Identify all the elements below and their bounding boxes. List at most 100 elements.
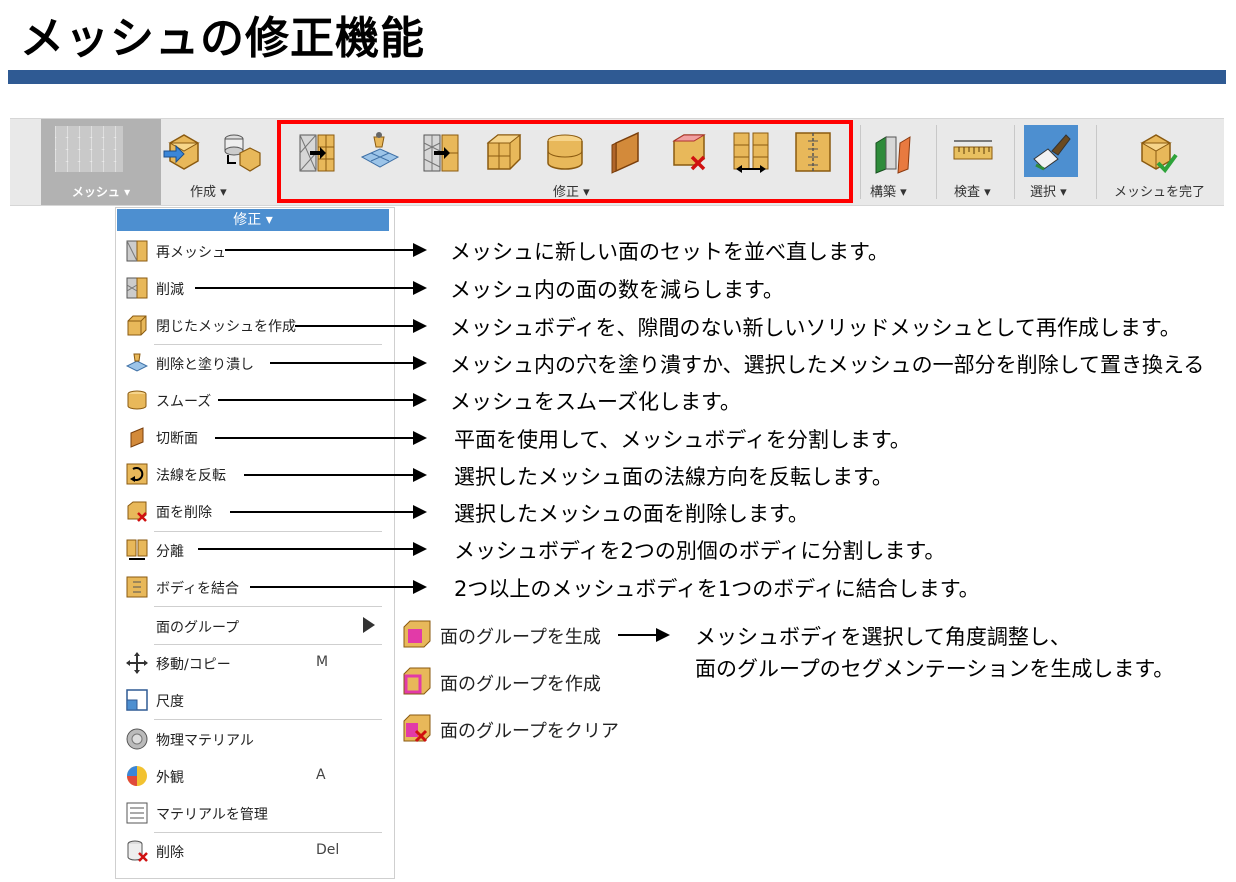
face-group-clear-item[interactable]: 面のグループをクリア	[402, 711, 619, 747]
face-group-description-line1: メッシュボディを選択して角度調整し、	[695, 625, 1071, 649]
assemble-group-label[interactable]: 構築 ▾	[870, 181, 907, 200]
menu-item-label: 再メッシュ	[156, 245, 226, 261]
reduce-icon	[126, 277, 148, 299]
create-face-group-icon	[403, 667, 431, 695]
arrow-connector	[195, 281, 427, 295]
description-make-closed-mesh: メッシュボディを、隙間のない新しいソリッドメッシュとして再作成します。	[450, 316, 1181, 340]
menu-item-move-copy[interactable]: 移動/コピー M	[116, 648, 394, 678]
ribbon-separator	[936, 125, 937, 199]
menu-item-label: ボディを結合	[156, 581, 240, 597]
plane-cut-icon	[130, 427, 144, 448]
menu-item-label: マテリアルを管理	[156, 807, 268, 823]
ribbon-separator	[1096, 125, 1097, 199]
inspect-group[interactable]: 検査 ▾	[940, 119, 1010, 205]
title-underline	[8, 70, 1226, 84]
description-separate: メッシュボディを2つの別個のボディに分割します。	[454, 539, 946, 563]
finish-mesh-label[interactable]: メッシュを完了	[1114, 181, 1205, 200]
assemble-group[interactable]: 構築 ▾	[862, 119, 932, 205]
mesh-wireframe-icon	[55, 126, 123, 172]
menu-item-appearance[interactable]: 外観 A	[116, 761, 394, 791]
menu-item-delete[interactable]: 削除 Del	[116, 836, 394, 866]
mesh-workspace-tab[interactable]: メッシュ ▾	[41, 119, 161, 205]
description-erase-and-fill: メッシュ内の穴を塗り潰すか、選択したメッシュの一部分を削除して置き換える	[450, 353, 1205, 377]
delete-faces-icon	[127, 501, 147, 522]
arrow-connector	[244, 468, 427, 482]
menu-item-label: 切断面	[156, 431, 198, 447]
create-mesh-icon[interactable]	[220, 129, 262, 175]
menu-item-label: 削除	[156, 845, 184, 861]
menu-separator	[154, 719, 382, 720]
separate-icon	[126, 539, 148, 560]
menu-item-manage-materials[interactable]: マテリアルを管理	[116, 798, 394, 828]
face-group-description-line2: 面のグループのセグメンテーションを生成します。	[695, 657, 1175, 681]
description-reverse-normal: 選択したメッシュ面の法線方向を反転します。	[454, 465, 893, 489]
menu-item-physical-material[interactable]: 物理マテリアル	[116, 724, 394, 754]
assemble-icon[interactable]	[872, 129, 914, 175]
menu-item-remesh[interactable]: 再メッシュ	[116, 236, 394, 266]
menu-item-label: 削減	[156, 282, 184, 298]
generate-face-groups-icon	[403, 620, 431, 648]
mesh-tab-label: メッシュ ▾	[71, 185, 131, 199]
menu-item-label: 法線を反転	[156, 468, 226, 484]
face-group-item-label: 面のグループを生成	[440, 627, 601, 648]
finish-mesh-group[interactable]: メッシュを完了	[1100, 119, 1210, 205]
arrow-connector	[618, 628, 670, 642]
menu-separator	[154, 344, 382, 345]
description-remesh: メッシュに新しい面のセットを並べ直します。	[450, 240, 889, 264]
menu-item-label: 閉じたメッシュを作成	[156, 319, 296, 335]
arrow-connector	[250, 580, 427, 594]
create-group[interactable]: 作成 ▾	[160, 119, 280, 205]
select-group[interactable]: 選択 ▾	[1018, 119, 1094, 205]
create-group-label[interactable]: 作成 ▾	[190, 181, 227, 200]
description-plane-cut: 平面を使用して、メッシュボディを分割します。	[454, 428, 911, 452]
face-group-item-label: 面のグループをクリア	[440, 721, 619, 742]
arrow-connector	[295, 319, 427, 333]
arrow-connector	[230, 505, 427, 519]
reverse-normal-icon	[126, 463, 148, 485]
remesh-icon	[126, 240, 148, 262]
erase-and-fill-icon	[126, 353, 148, 372]
modify-menu-header[interactable]: 修正 ▾	[117, 209, 389, 231]
combine-bodies-icon	[126, 576, 148, 598]
finish-mesh-icon[interactable]	[1136, 129, 1178, 175]
face-group-create-item[interactable]: 面のグループを作成	[402, 664, 612, 700]
description-smooth: メッシュをスムーズ化します。	[450, 390, 741, 414]
menu-item-label: 分離	[156, 544, 184, 560]
menu-item-scale[interactable]: 尺度	[116, 685, 394, 715]
arrow-connector	[218, 393, 427, 407]
move-copy-icon	[126, 652, 148, 674]
submenu-arrow-icon	[363, 617, 375, 633]
make-closed-mesh-icon	[127, 315, 147, 336]
select-brush-icon[interactable]	[1030, 129, 1072, 175]
insert-mesh-icon[interactable]	[162, 129, 204, 175]
menu-item-label: スムーズ	[156, 394, 212, 410]
face-group-item-label: 面のグループを作成	[440, 674, 601, 695]
arrow-connector	[225, 243, 427, 257]
arrow-connector	[215, 431, 427, 445]
menu-item-label: 移動/コピー	[156, 657, 231, 673]
clear-face-groups-icon	[403, 714, 431, 743]
menu-separator	[154, 606, 382, 607]
measure-ruler-icon[interactable]	[952, 129, 994, 175]
menu-item-face-groups[interactable]: 面のグループ	[116, 611, 394, 641]
menu-separator	[154, 531, 382, 532]
shortcut-key: M	[316, 654, 329, 670]
menu-item-label: 面を削除	[156, 505, 212, 521]
modify-dropdown-menu: 修正 ▾ 再メッシュ 削減 閉じたメッシュを作成 削除と塗り潰し スムーズ 切断…	[115, 207, 395, 879]
ribbon-separator	[1014, 125, 1015, 199]
manage-materials-icon	[126, 802, 148, 824]
face-group-generate-item[interactable]: 面のグループを生成	[402, 617, 612, 653]
page-title: メッシュの修正機能	[20, 13, 425, 64]
menu-item-label: 外観	[156, 770, 184, 786]
select-group-label[interactable]: 選択 ▾	[1030, 181, 1067, 200]
menu-item-label: 尺度	[156, 694, 184, 710]
inspect-group-label[interactable]: 検査 ▾	[954, 181, 991, 200]
shortcut-key: Del	[316, 842, 340, 858]
physical-material-icon	[126, 728, 148, 750]
shortcut-key: A	[316, 767, 326, 783]
description-combine-bodies: 2つ以上のメッシュボディを1つのボディに結合します。	[454, 577, 980, 601]
smooth-icon	[127, 390, 147, 410]
menu-separator	[154, 644, 382, 645]
menu-item-label: 物理マテリアル	[156, 733, 254, 749]
menu-item-separate[interactable]: 分離	[116, 535, 394, 565]
